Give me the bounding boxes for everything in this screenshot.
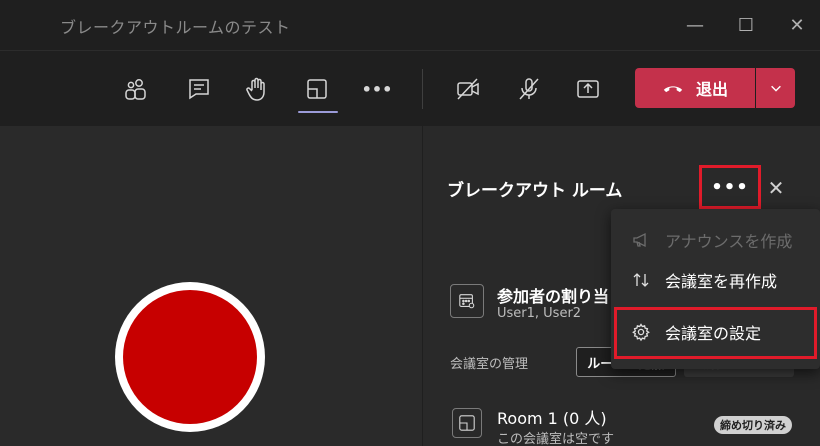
- toolbar-separator: [422, 69, 423, 109]
- camera-off-icon: [457, 78, 479, 100]
- room-status: この会議室は空です: [497, 432, 615, 446]
- camera-toggle-button[interactable]: [449, 70, 487, 108]
- mic-toggle-button[interactable]: [510, 70, 548, 108]
- menu-item-label: アナウンスを作成: [665, 232, 793, 251]
- up-down-arrows-icon: [633, 273, 649, 287]
- menu-item-create-announcement[interactable]: アナウンスを作成: [611, 219, 820, 261]
- maximize-button[interactable]: ☐: [731, 10, 761, 40]
- title-bar: ブレークアウトルームのテスト — ☐ ✕: [0, 0, 820, 50]
- assign-participants-button[interactable]: [450, 284, 484, 318]
- assigned-users: User1, User2: [497, 306, 582, 321]
- panel-more-options-button[interactable]: •••: [699, 165, 761, 209]
- raise-hand-icon: [246, 77, 265, 101]
- room-management-label: 会議室の管理: [450, 357, 529, 372]
- leave-button[interactable]: 退出: [635, 68, 755, 108]
- mic-off-icon: [519, 78, 539, 100]
- participants-button[interactable]: [117, 70, 155, 108]
- avatar-image: [123, 290, 257, 424]
- megaphone-icon: [633, 232, 646, 248]
- room-icon: [452, 408, 482, 438]
- room-name[interactable]: Room 1 (0 人): [497, 405, 607, 429]
- minimize-button[interactable]: —: [680, 10, 710, 40]
- room-closed-badge: 締め切り済み: [714, 416, 792, 434]
- share-screen-button[interactable]: [569, 70, 607, 108]
- breakout-rooms-button[interactable]: [298, 70, 336, 108]
- leave-label: 退出: [695, 80, 728, 99]
- breakout-rooms-icon: [307, 79, 327, 99]
- active-tab-indicator: [298, 111, 338, 113]
- breakout-room-icon: [459, 415, 475, 431]
- phone-hangup-icon: [663, 86, 683, 93]
- chevron-down-icon: [770, 85, 781, 92]
- window-title: ブレークアウトルームのテスト: [60, 18, 291, 37]
- menu-item-label: 会議室を再作成: [665, 272, 778, 291]
- menu-item-recreate-rooms[interactable]: 会議室を再作成: [611, 259, 820, 301]
- more-actions-button[interactable]: •••: [358, 70, 396, 108]
- chat-icon: [189, 79, 209, 100]
- panel-title: ブレークアウト ルーム: [447, 181, 623, 201]
- settings-highlight-box: [614, 307, 817, 359]
- assign-participants-title: 参加者の割り当: [497, 287, 610, 306]
- leave-options-button[interactable]: [756, 68, 795, 108]
- raise-hand-button[interactable]: [238, 70, 276, 108]
- share-icon: [577, 80, 599, 98]
- participants-icon: [125, 79, 146, 100]
- calendar-people-icon: [459, 294, 475, 309]
- chat-button[interactable]: [180, 70, 218, 108]
- close-window-button[interactable]: ✕: [782, 10, 812, 40]
- panel-close-button[interactable]: ✕: [764, 176, 788, 200]
